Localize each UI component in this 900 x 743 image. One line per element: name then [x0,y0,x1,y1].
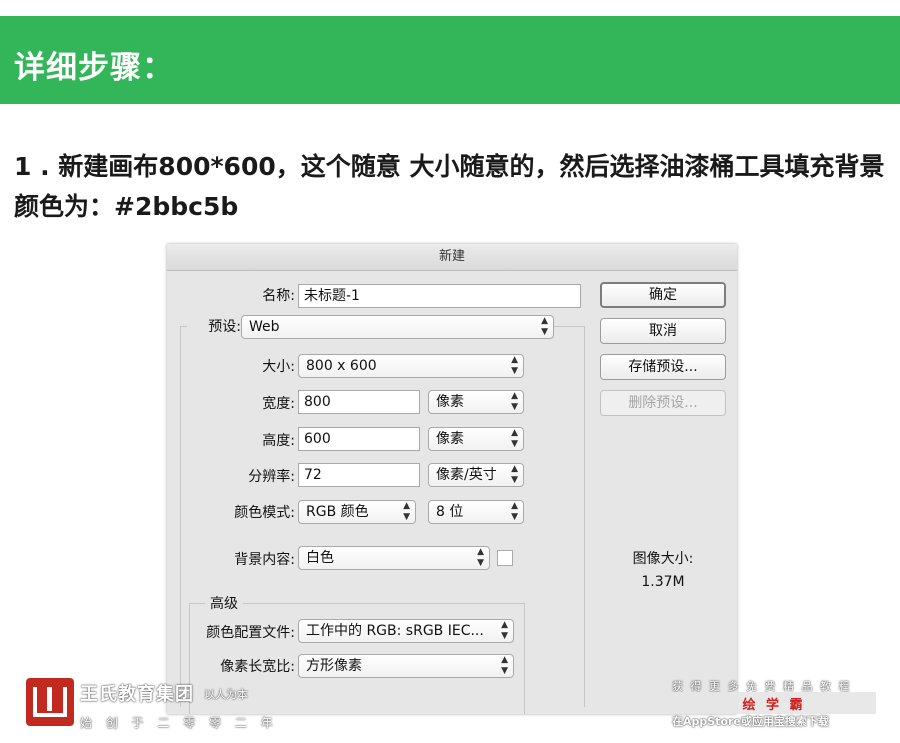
header-banner: 详细步骤： [0,16,900,104]
brand-slogan: 以人为本 [204,688,248,701]
size-select[interactable]: 800 x 600 ▲ ▼ [298,354,524,378]
brand-name: 王氏教育集团 [80,684,194,705]
advanced-label: 高级 [205,595,243,613]
height-unit-value: 像素 [436,431,464,447]
pixel-aspect-value: 方形像素 [306,658,362,674]
updown-arrow-icon: ▲ ▼ [541,316,548,337]
updown-arrow-icon: ▲ ▼ [511,428,518,449]
name-input[interactable]: 未标题-1 [298,284,581,308]
delete-preset-button: 删除预设... [600,390,726,416]
background-color-swatch[interactable] [497,550,513,566]
updown-arrow-icon: ▲ ▼ [477,547,484,568]
background-select[interactable]: 白色 ▲ ▼ [298,546,490,570]
logo-bar-shape [47,687,52,711]
brand-founded: 始 创 于 二 零 零 二 年 [80,716,278,730]
resolution-unit-value: 像素/英寸 [436,467,497,483]
preset-label: 预设: [187,318,243,336]
preset-value: Web [249,319,280,335]
new-document-dialog: 新建 名称: 未标题-1 预设: Web ▲ ▼ 大小: 800 x 600 ▲ ▼… [167,244,737,714]
width-unit-select[interactable]: 像素 ▲ ▼ [428,390,524,414]
download-hint: 在AppStore或应用宝搜索下载 [672,715,829,728]
resolution-unit-select[interactable]: 像素/英寸 ▲ ▼ [428,463,524,487]
save-preset-button[interactable]: 存储预设... [600,354,726,380]
pixel-aspect-label: 像素长宽比: [220,659,295,675]
app-name: 绘 学 霸 [742,698,806,713]
height-unit-select[interactable]: 像素 ▲ ▼ [428,427,524,451]
color-mode-value: RGB 颜色 [306,504,369,520]
width-input[interactable]: 800 [298,390,420,414]
height-label: 高度: [262,433,295,449]
updown-arrow-icon: ▲ ▼ [511,391,518,412]
updown-arrow-icon: ▲ ▼ [511,464,518,485]
updown-arrow-icon: ▲ ▼ [403,501,410,522]
width-unit-value: 像素 [436,394,464,410]
updown-arrow-icon: ▲ ▼ [511,355,518,376]
updown-arrow-icon: ▲ ▼ [501,620,508,641]
resolution-input[interactable]: 72 [298,463,420,487]
cancel-button[interactable]: 取消 [600,318,726,344]
bit-depth-value: 8 位 [436,504,464,520]
updown-arrow-icon: ▲ ▼ [501,655,508,676]
color-profile-value: 工作中的 RGB: sRGB IEC... [306,623,484,639]
pixel-aspect-select[interactable]: 方形像素 ▲ ▼ [298,654,514,678]
image-size-value: 1.37M [641,574,685,590]
color-profile-label: 颜色配置文件: [206,625,295,641]
ok-button[interactable]: 确定 [600,282,726,308]
size-value: 800 x 600 [306,358,377,374]
background-label: 背景内容: [234,552,295,568]
brand-logo [26,678,74,726]
width-label: 宽度: [262,396,295,412]
background-value: 白色 [306,550,334,566]
color-profile-select[interactable]: 工作中的 RGB: sRGB IEC... ▲ ▼ [298,619,514,643]
bit-depth-select[interactable]: 8 位 ▲ ▼ [428,500,524,524]
dialog-title: 新建 [167,244,737,271]
color-mode-select[interactable]: RGB 颜色 ▲ ▼ [298,500,416,524]
size-label: 大小: [262,359,295,375]
section-title: 详细步骤： [14,50,174,86]
image-size-label: 图像大小: [632,551,694,567]
height-input[interactable]: 600 [298,427,420,451]
preset-select[interactable]: Web ▲ ▼ [241,315,554,339]
name-label: 名称: [262,288,295,304]
step-description: 1 . 新建画布800*600，这个随意 大小随意的，然后选择油漆桶工具填充背景… [14,152,885,221]
updown-arrow-icon: ▲ ▼ [511,501,518,522]
resolution-label: 分辨率: [248,469,295,485]
color-mode-label: 颜色模式: [234,505,295,521]
